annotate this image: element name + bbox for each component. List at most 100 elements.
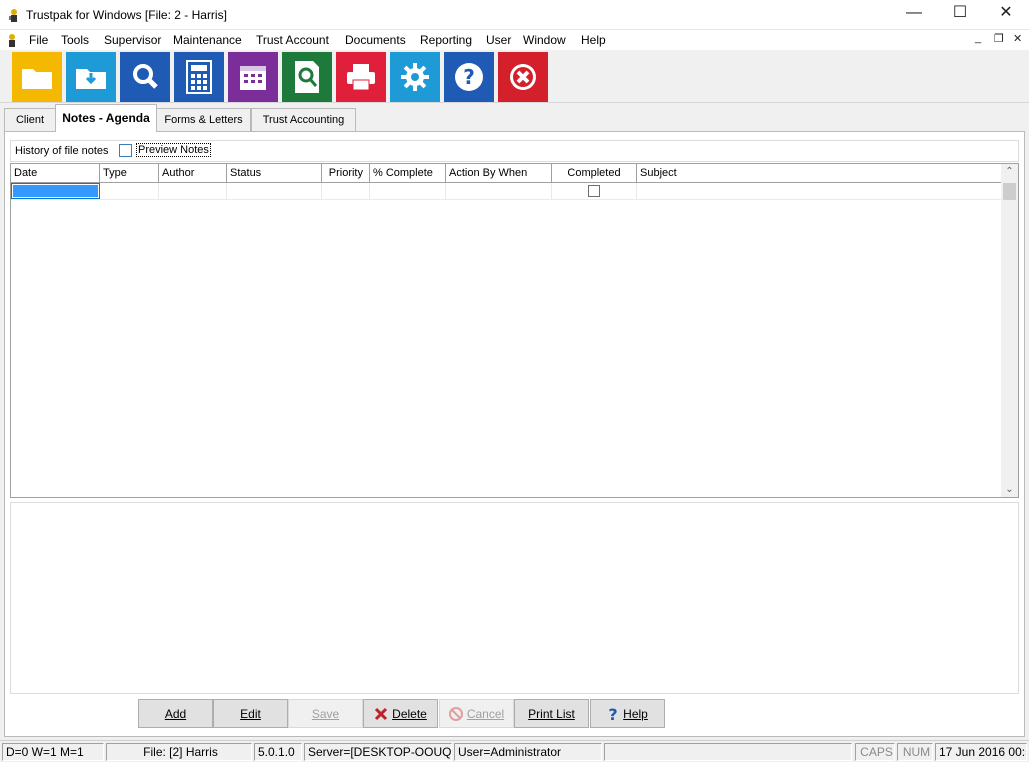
download-folder-icon bbox=[76, 69, 106, 89]
tab-notes-agenda[interactable]: Notes - Agenda bbox=[55, 104, 157, 132]
action-by-when-cell[interactable] bbox=[446, 183, 552, 199]
priority-cell[interactable] bbox=[322, 183, 370, 199]
edit-button[interactable]: Edit bbox=[213, 699, 288, 728]
folder-icon bbox=[22, 69, 52, 89]
document-search-button[interactable] bbox=[282, 52, 332, 102]
tab-trust-accounting[interactable]: Trust Accounting bbox=[251, 108, 356, 132]
tab-client[interactable]: Client bbox=[4, 108, 56, 132]
button-bar: Add Edit Save Delete Cancel Print List ?… bbox=[10, 695, 1019, 733]
print-list-button[interactable]: Print List bbox=[514, 699, 589, 728]
cancel-label: Cancel bbox=[466, 706, 505, 721]
menu-trust-account[interactable]: Trust Account bbox=[256, 33, 329, 47]
open-file-button[interactable] bbox=[12, 52, 62, 102]
cancel-icon bbox=[448, 706, 463, 721]
print-button[interactable] bbox=[336, 52, 386, 102]
document-search-icon bbox=[295, 61, 319, 93]
minimize-button[interactable]: — bbox=[891, 0, 937, 29]
help-button[interactable]: ? Help bbox=[590, 699, 665, 728]
column-date[interactable]: Date bbox=[11, 164, 100, 182]
document-window-icon[interactable] bbox=[4, 32, 20, 48]
delete-x-icon bbox=[375, 707, 388, 720]
calendar-icon bbox=[240, 66, 266, 90]
menu-reporting[interactable]: Reporting bbox=[420, 33, 472, 47]
column-type[interactable]: Type bbox=[100, 164, 159, 182]
svg-text:?: ? bbox=[463, 65, 475, 89]
close-button[interactable]: ✕ bbox=[983, 0, 1029, 29]
column-completed[interactable]: Completed bbox=[552, 164, 637, 182]
add-button[interactable]: Add bbox=[138, 699, 213, 728]
help-toolbar-button[interactable]: ? bbox=[444, 52, 494, 102]
edit-label: Edit bbox=[240, 706, 261, 721]
menu-help[interactable]: Help bbox=[581, 33, 606, 47]
column-subject[interactable]: Subject bbox=[637, 164, 1001, 182]
status-counts: D=0 W=1 M=1 bbox=[2, 743, 104, 761]
scroll-up-icon[interactable]: ⌃ bbox=[1001, 166, 1018, 177]
menu-maintenance[interactable]: Maintenance bbox=[173, 33, 242, 47]
menu-user[interactable]: User bbox=[486, 33, 511, 47]
percent-complete-cell[interactable] bbox=[370, 183, 446, 199]
tab-strip: Client Notes - Agenda Forms & Letters Tr… bbox=[0, 104, 1029, 132]
mdi-minimize-button[interactable]: _ bbox=[975, 32, 981, 44]
save-button[interactable]: Save bbox=[288, 699, 363, 728]
mdi-restore-button[interactable]: ❐ bbox=[994, 32, 1004, 45]
printer-icon bbox=[347, 64, 375, 91]
settings-button[interactable] bbox=[390, 52, 440, 102]
status-file: File: [2] Harris bbox=[106, 743, 252, 761]
history-bar: History of file notes Preview Notes bbox=[10, 140, 1019, 162]
notes-grid[interactable]: Date Type Author Status Priority % Compl… bbox=[10, 163, 1019, 498]
history-label: History of file notes bbox=[15, 145, 109, 157]
menu-documents[interactable]: Documents bbox=[345, 33, 406, 47]
status-caps: CAPS bbox=[855, 743, 895, 761]
menu-window[interactable]: Window bbox=[523, 33, 566, 47]
note-preview-area[interactable] bbox=[10, 502, 1019, 694]
vertical-scrollbar[interactable]: ⌃ ⌄ bbox=[1001, 164, 1018, 497]
status-version: 5.0.1.0 bbox=[254, 743, 302, 761]
table-row[interactable] bbox=[11, 183, 1001, 200]
svg-text:?: ? bbox=[609, 706, 618, 722]
exit-icon bbox=[510, 64, 536, 90]
preview-notes-checkbox[interactable] bbox=[119, 144, 132, 157]
cancel-button[interactable]: Cancel bbox=[439, 699, 514, 728]
status-blank bbox=[604, 743, 852, 761]
import-button[interactable] bbox=[66, 52, 116, 102]
menu-tools[interactable]: Tools bbox=[61, 33, 89, 47]
status-server: Server=[DESKTOP-OOUQD6 bbox=[304, 743, 452, 761]
scroll-down-icon[interactable]: ⌄ bbox=[1001, 484, 1018, 495]
mdi-close-button[interactable]: ✕ bbox=[1013, 32, 1022, 45]
column-priority[interactable]: Priority bbox=[322, 164, 370, 182]
column-status[interactable]: Status bbox=[227, 164, 322, 182]
delete-button[interactable]: Delete bbox=[363, 699, 438, 728]
save-label: Save bbox=[311, 706, 340, 721]
gear-icon bbox=[401, 63, 429, 91]
menu-supervisor[interactable]: Supervisor bbox=[104, 33, 161, 47]
tab-forms-letters[interactable]: Forms & Letters bbox=[156, 108, 251, 132]
help-label: Help bbox=[623, 706, 648, 721]
type-cell[interactable] bbox=[100, 183, 159, 199]
help-icon: ? bbox=[455, 63, 483, 91]
grid-header: Date Type Author Status Priority % Compl… bbox=[11, 164, 1001, 183]
preview-notes-label[interactable]: Preview Notes bbox=[136, 143, 211, 157]
column-action-by-when[interactable]: Action By When bbox=[446, 164, 552, 182]
author-cell[interactable] bbox=[159, 183, 227, 199]
completed-checkbox[interactable] bbox=[588, 185, 600, 197]
window-title: Trustpak for Windows [File: 2 - Harris] bbox=[26, 8, 227, 22]
search-button[interactable] bbox=[120, 52, 170, 102]
status-cell[interactable] bbox=[227, 183, 322, 199]
exit-button[interactable] bbox=[498, 52, 548, 102]
add-label: Add bbox=[164, 706, 187, 721]
status-num: NUM bbox=[897, 743, 933, 761]
delete-label: Delete bbox=[392, 706, 427, 721]
column-percent-complete[interactable]: % Complete bbox=[370, 164, 446, 182]
date-cell[interactable] bbox=[11, 183, 100, 199]
toolbar: ? bbox=[0, 50, 1029, 103]
column-author[interactable]: Author bbox=[159, 164, 227, 182]
app-logo-icon bbox=[9, 9, 17, 22]
print-list-label: Print List bbox=[528, 706, 575, 721]
scroll-thumb[interactable] bbox=[1003, 183, 1016, 200]
search-icon bbox=[133, 64, 158, 89]
status-datetime: 17 Jun 2016 00:54 bbox=[935, 743, 1027, 761]
calculator-button[interactable] bbox=[174, 52, 224, 102]
maximize-button[interactable]: ☐ bbox=[937, 0, 983, 29]
menu-file[interactable]: File bbox=[29, 33, 48, 47]
calendar-button[interactable] bbox=[228, 52, 278, 102]
